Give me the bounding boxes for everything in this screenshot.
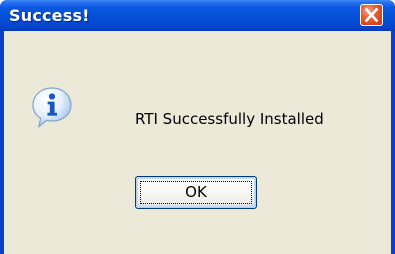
message-dialog: Success! RTI Successfully Installed OK bbox=[0, 0, 395, 254]
close-icon bbox=[364, 7, 379, 23]
close-button[interactable] bbox=[360, 4, 383, 26]
dialog-body: RTI Successfully Installed OK bbox=[4, 31, 391, 254]
info-icon bbox=[32, 87, 72, 128]
window-title: Success! bbox=[9, 6, 90, 25]
message-text: RTI Successfully Installed bbox=[135, 110, 324, 128]
ok-button[interactable]: OK bbox=[135, 176, 257, 209]
ok-button-label: OK bbox=[185, 183, 207, 201]
title-bar[interactable]: Success! bbox=[0, 0, 395, 31]
